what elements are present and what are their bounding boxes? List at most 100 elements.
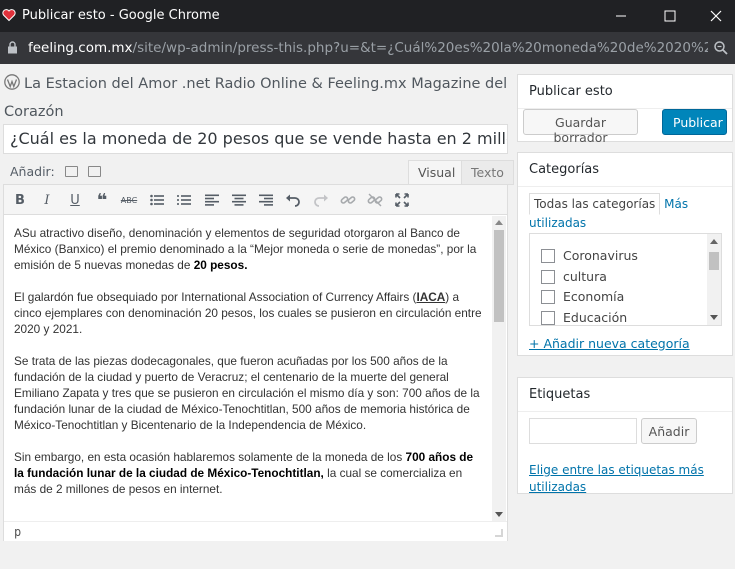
window-titlebar: Publicar esto - Google Chrome	[0, 0, 735, 32]
scroll-down-icon[interactable]	[710, 315, 718, 320]
underline-button[interactable]: U	[65, 190, 85, 210]
resize-grip-icon[interactable]	[495, 529, 503, 537]
category-checkbox[interactable]	[541, 289, 555, 304]
heart-icon	[2, 9, 16, 22]
publish-heading: Publicar esto	[518, 75, 732, 109]
category-checkbox[interactable]	[541, 269, 555, 284]
category-label: cultura	[563, 269, 607, 284]
scroll-thumb[interactable]	[494, 230, 504, 322]
redo-button[interactable]	[311, 190, 331, 210]
editor-statusbar: p	[4, 521, 507, 541]
numbered-list-button[interactable]	[174, 190, 194, 210]
numbered-list-icon	[177, 195, 191, 205]
category-label: Educación	[563, 310, 628, 325]
site-title-text: La Estacion del Amor .net Radio Online &…	[4, 76, 508, 120]
url-host: feeling.com.mx	[28, 40, 133, 56]
address-bar[interactable]: feeling.com.mx/site/wp-admin/press-this.…	[0, 32, 735, 64]
add-tag-button[interactable]: Añadir	[641, 418, 697, 444]
tags-box: Etiquetas Añadir Elige entre las etiquet…	[517, 377, 733, 494]
close-button[interactable]	[693, 0, 735, 32]
category-checkbox[interactable]	[541, 310, 555, 325]
bullet-list-button[interactable]	[147, 190, 167, 210]
wordpress-icon	[4, 74, 20, 90]
align-left-button[interactable]	[202, 190, 222, 210]
editor-scrollbar[interactable]	[492, 216, 506, 521]
redo-icon	[314, 194, 328, 207]
remove-link-button[interactable]	[365, 190, 385, 210]
tags-heading: Etiquetas	[518, 378, 732, 412]
strikethrough-button[interactable]: ABC	[119, 190, 139, 210]
add-gallery-icon[interactable]	[87, 166, 101, 177]
paragraph-4: Sin embargo, en esta ocasión hablaremos …	[14, 449, 482, 497]
publish-box: Publicar esto Guardar borrador Publicar	[517, 74, 733, 145]
blockquote-button[interactable]: ❝	[92, 190, 112, 211]
scroll-thumb[interactable]	[709, 252, 719, 270]
url-path: /site/wp-admin/press-this.php?u=&t=¿Cuál…	[132, 40, 708, 56]
tag-input[interactable]	[529, 418, 637, 444]
fullscreen-button[interactable]	[392, 190, 412, 210]
category-item[interactable]: cultura	[541, 269, 607, 284]
editor: B I U ❝ ABC ASu atractivo diseño, denomi…	[3, 184, 508, 541]
maximize-icon	[664, 10, 676, 22]
save-draft-button[interactable]: Guardar borrador	[523, 109, 638, 145]
post-title-input[interactable]: ¿Cuál es la moneda de 20 pesos que se ve…	[3, 124, 508, 154]
category-item[interactable]: Economía	[541, 289, 624, 304]
lock-icon	[8, 41, 17, 54]
element-path[interactable]: p	[14, 525, 21, 539]
editor-content[interactable]: ASu atractivo diseño, denominación y ele…	[14, 225, 482, 521]
unlink-icon	[367, 193, 383, 207]
publish-button[interactable]: Publicar	[662, 109, 727, 135]
bullet-list-icon	[150, 194, 164, 206]
paragraph-2-text: El galardón fue obsequiado por Internati…	[14, 290, 417, 304]
undo-icon	[286, 194, 300, 207]
url-text[interactable]: feeling.com.mx/site/wp-admin/press-this.…	[28, 40, 708, 56]
paragraph-2: El galardón fue obsequiado por Internati…	[14, 289, 482, 337]
align-right-icon	[259, 194, 273, 206]
category-item[interactable]: Educación	[541, 310, 627, 325]
maximize-button[interactable]	[647, 0, 693, 32]
window-title: Publicar esto - Google Chrome	[22, 8, 220, 23]
paragraph-1-bold: 20 pesos.	[193, 258, 248, 272]
iaca-link[interactable]: IACA	[416, 290, 445, 304]
align-center-icon	[232, 194, 246, 206]
fullscreen-icon	[395, 193, 409, 207]
category-label: Coronavirus	[563, 248, 638, 263]
paragraph-1: ASu atractivo diseño, denominación y ele…	[14, 225, 482, 273]
scroll-up-icon[interactable]	[710, 239, 718, 244]
scroll-down-icon[interactable]	[495, 512, 503, 517]
scroll-up-icon[interactable]	[495, 220, 503, 225]
minimize-icon	[616, 15, 626, 17]
zoom-icon[interactable]	[713, 40, 729, 56]
align-left-icon	[205, 194, 219, 206]
press-this-page: La Estacion del Amor .net Radio Online &…	[0, 64, 735, 569]
editor-toolbar: B I U ❝ ABC	[4, 185, 507, 215]
tab-visual[interactable]: Visual	[408, 160, 466, 185]
category-checkbox[interactable]	[541, 248, 555, 263]
undo-button[interactable]	[283, 190, 303, 210]
categories-heading: Categorías	[518, 153, 732, 187]
add-media-label: Añadir:	[10, 164, 55, 179]
minimize-button[interactable]	[598, 0, 644, 32]
align-center-button[interactable]	[229, 190, 249, 210]
category-label: Economía	[563, 289, 625, 304]
add-category-link[interactable]: + Añadir nueva categoría	[529, 336, 690, 351]
insert-link-button[interactable]	[338, 190, 358, 210]
paragraph-3: Se trata de las piezas dodecagonales, qu…	[14, 354, 480, 432]
category-scrollbar[interactable]	[707, 234, 721, 325]
choose-tags-link[interactable]: Elige entre las etiquetas más utilizadas	[529, 462, 724, 496]
tab-all-categories[interactable]: Todas las categorías	[529, 193, 661, 215]
add-media: Añadir:	[10, 164, 101, 179]
align-right-button[interactable]	[256, 190, 276, 210]
link-icon	[340, 196, 356, 204]
close-icon	[710, 10, 722, 22]
tab-text[interactable]: Texto	[461, 160, 514, 185]
site-title[interactable]: La Estacion del Amor .net Radio Online &…	[4, 70, 509, 126]
italic-button[interactable]: I	[37, 190, 57, 210]
bold-button[interactable]: B	[10, 190, 30, 210]
category-tabs: Todas las categorías Más utilizadas	[529, 193, 724, 231]
add-image-icon[interactable]	[64, 166, 78, 177]
category-list: Coronavirus cultura Economía Educación	[529, 233, 722, 326]
categories-box: Categorías Todas las categorías Más util…	[517, 152, 733, 356]
paragraph-4-text: Sin embargo, en esta ocasión hablaremos …	[14, 450, 406, 464]
category-item[interactable]: Coronavirus	[541, 248, 638, 263]
